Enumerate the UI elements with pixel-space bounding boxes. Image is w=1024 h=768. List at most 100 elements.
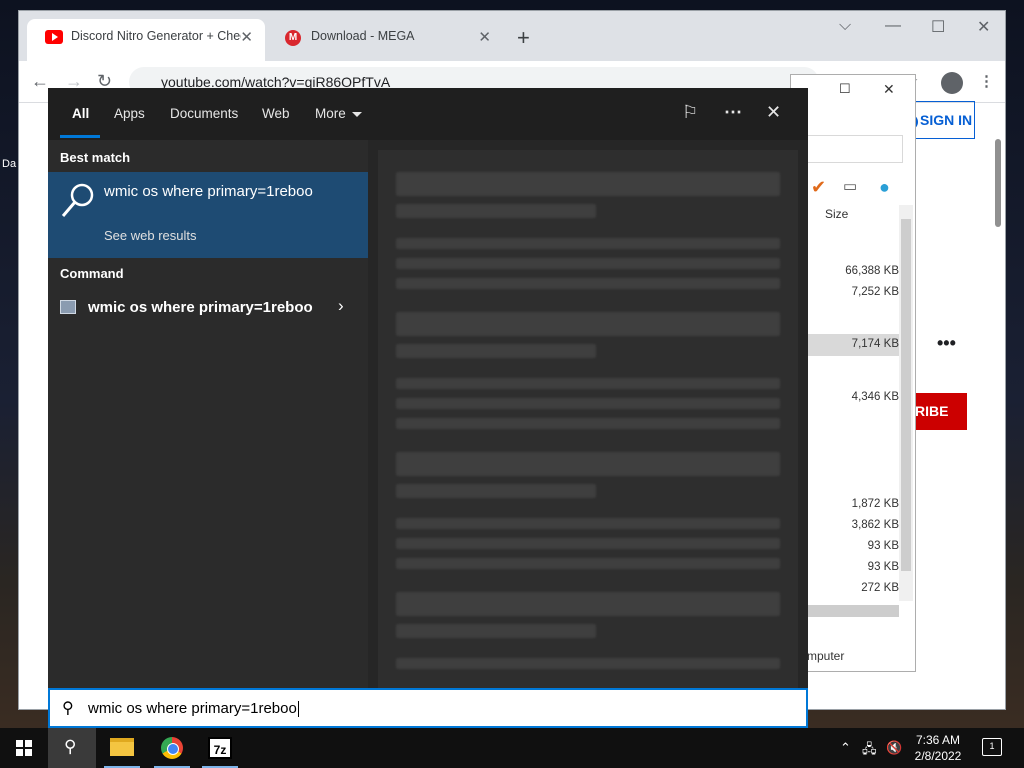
text-cursor: [297, 701, 299, 718]
close-tab-icon[interactable]: ✕: [478, 28, 491, 46]
filter-more[interactable]: More: [315, 106, 362, 121]
list-item[interactable]: 7,252 KB: [807, 286, 899, 298]
sevenzip-window: ☐ ✕ ✔ ▭ ● Size 66,388 KB 7,252 KB 7,174 …: [790, 74, 916, 672]
command-heading: Command: [60, 266, 124, 281]
best-match-subtitle: See web results: [104, 228, 197, 243]
tab-discord-nitro[interactable]: Discord Nitro Generator + Check ✕: [27, 19, 265, 61]
placeholder-bar: [396, 518, 780, 529]
sign-in-label: SIGN IN: [920, 112, 973, 128]
list-item[interactable]: 1,872 KB: [807, 498, 899, 510]
placeholder-bar: [396, 204, 596, 218]
list-item[interactable]: 66,388 KB: [807, 265, 899, 277]
youtube-icon: [45, 30, 63, 44]
sevenzip-icon: 7z: [208, 737, 232, 759]
info-icon[interactable]: ▭: [843, 177, 857, 195]
search-taskbar-button[interactable]: ⚲: [48, 728, 96, 768]
filter-web[interactable]: Web: [262, 106, 290, 121]
minimize-button[interactable]: —: [885, 17, 901, 35]
tab-strip: Discord Nitro Generator + Check ✕ M Down…: [19, 11, 1005, 61]
folder-icon: [110, 738, 134, 756]
best-match-heading: Best match: [60, 150, 131, 165]
clock-date: 2/8/2022: [914, 749, 962, 763]
placeholder-bar: [396, 658, 780, 669]
best-match-result[interactable]: wmic os where primary=1reboo See web res…: [48, 172, 368, 258]
command-result[interactable]: wmic os where primary=1reboo ›: [48, 290, 368, 326]
preview-pane: [368, 140, 808, 690]
chrome-menu-icon[interactable]: ⋮: [979, 72, 994, 90]
file-explorer-button[interactable]: [98, 728, 146, 768]
horizontal-scrollbar[interactable]: [807, 605, 899, 617]
windows-icon: [16, 740, 32, 756]
subscribe-button[interactable]: RIBE: [915, 393, 967, 430]
command-label: wmic os where primary=1reboo: [88, 299, 313, 316]
placeholder-bar: [396, 172, 780, 196]
chevron-down-icon: [351, 111, 362, 117]
search-icon: ⚲: [64, 737, 77, 756]
close-window-button[interactable]: ✕: [977, 17, 990, 37]
close-tab-icon[interactable]: ✕: [240, 28, 253, 46]
tab-search-icon[interactable]: ⌵: [839, 17, 851, 35]
search-input[interactable]: ⚲ wmic os where primary=1reboo: [48, 688, 808, 728]
more-options-icon[interactable]: ⋯: [724, 102, 742, 123]
placeholder-bar: [396, 312, 780, 336]
placeholder-bar: [396, 452, 780, 476]
sevenzip-taskbar-button[interactable]: 7z: [196, 728, 244, 768]
placeholder-bar: [396, 558, 780, 569]
feedback-icon[interactable]: ⚐: [682, 102, 698, 123]
list-item[interactable]: 93 KB: [807, 540, 899, 552]
search-query[interactable]: wmic os where primary=1reboo: [88, 700, 299, 718]
show-hidden-icons-chevron[interactable]: ⌃: [840, 740, 851, 756]
system-clock[interactable]: 7:36 AM 2/8/2022: [910, 732, 966, 764]
list-item[interactable]: 3,862 KB: [807, 519, 899, 531]
command-icon: [60, 300, 76, 314]
list-item[interactable]: 4,346 KB: [807, 391, 899, 403]
placeholder-bar: [396, 624, 596, 638]
more-actions-button[interactable]: •••: [937, 333, 956, 354]
placeholder-bar: [396, 538, 780, 549]
close-window-button[interactable]: ✕: [883, 81, 895, 98]
maximize-button[interactable]: ☐: [839, 81, 851, 97]
placeholder-bar: [396, 238, 780, 249]
placeholder-bar: [396, 592, 780, 616]
chevron-right-icon[interactable]: ›: [338, 296, 344, 316]
search-icon: ⚲: [62, 700, 74, 717]
filter-all[interactable]: All: [72, 106, 89, 121]
shell-icon[interactable]: ●: [879, 177, 890, 198]
filter-apps[interactable]: Apps: [114, 106, 145, 121]
filter-documents[interactable]: Documents: [170, 106, 238, 121]
taskbar: ⚲ 7z ⌃ 🖧 🔇 7:36 AM 2/8/2022 1: [0, 728, 1024, 768]
subscribe-label: RIBE: [915, 403, 949, 419]
new-tab-button[interactable]: +: [517, 25, 530, 51]
placeholder-bar: [396, 378, 780, 389]
search-icon: [61, 183, 94, 217]
tab-mega[interactable]: M Download - MEGA ✕: [267, 19, 503, 61]
filter-more-label: More: [315, 106, 346, 121]
volume-muted-icon[interactable]: 🔇: [886, 740, 902, 756]
test-icon[interactable]: ✔: [811, 177, 826, 198]
close-icon[interactable]: ✕: [766, 102, 781, 123]
page-scrollbar[interactable]: [995, 139, 1001, 227]
placeholder-bar: [396, 258, 780, 269]
size-column-header[interactable]: Size: [825, 207, 848, 221]
back-button[interactable]: ←: [31, 71, 49, 92]
list-item[interactable]: 93 KB: [807, 561, 899, 573]
placeholder-bar: [396, 344, 596, 358]
placeholder-bar: [396, 398, 780, 409]
search-query-text: wmic os where primary=1reboo: [88, 700, 297, 717]
chrome-icon: [161, 737, 183, 759]
results-pane: Best match wmic os where primary=1reboo …: [48, 140, 368, 688]
clock-time: 7:36 AM: [915, 733, 961, 747]
start-button[interactable]: [0, 728, 48, 768]
list-item[interactable]: 272 KB: [807, 582, 899, 594]
network-icon[interactable]: 🖧: [862, 740, 877, 762]
maximize-button[interactable]: ☐: [931, 17, 945, 37]
chrome-taskbar-button[interactable]: [148, 728, 196, 768]
desktop-icon-label[interactable]: Da: [2, 158, 16, 170]
profile-avatar[interactable]: [941, 72, 963, 94]
preview-loading-placeholder: [378, 150, 798, 690]
scrollbar-thumb[interactable]: [901, 219, 911, 571]
address-field[interactable]: [807, 135, 903, 163]
notification-center-icon[interactable]: 1: [982, 738, 1002, 756]
mega-icon: M: [285, 30, 301, 46]
list-item-selected[interactable]: 7,174 KB: [807, 334, 899, 356]
